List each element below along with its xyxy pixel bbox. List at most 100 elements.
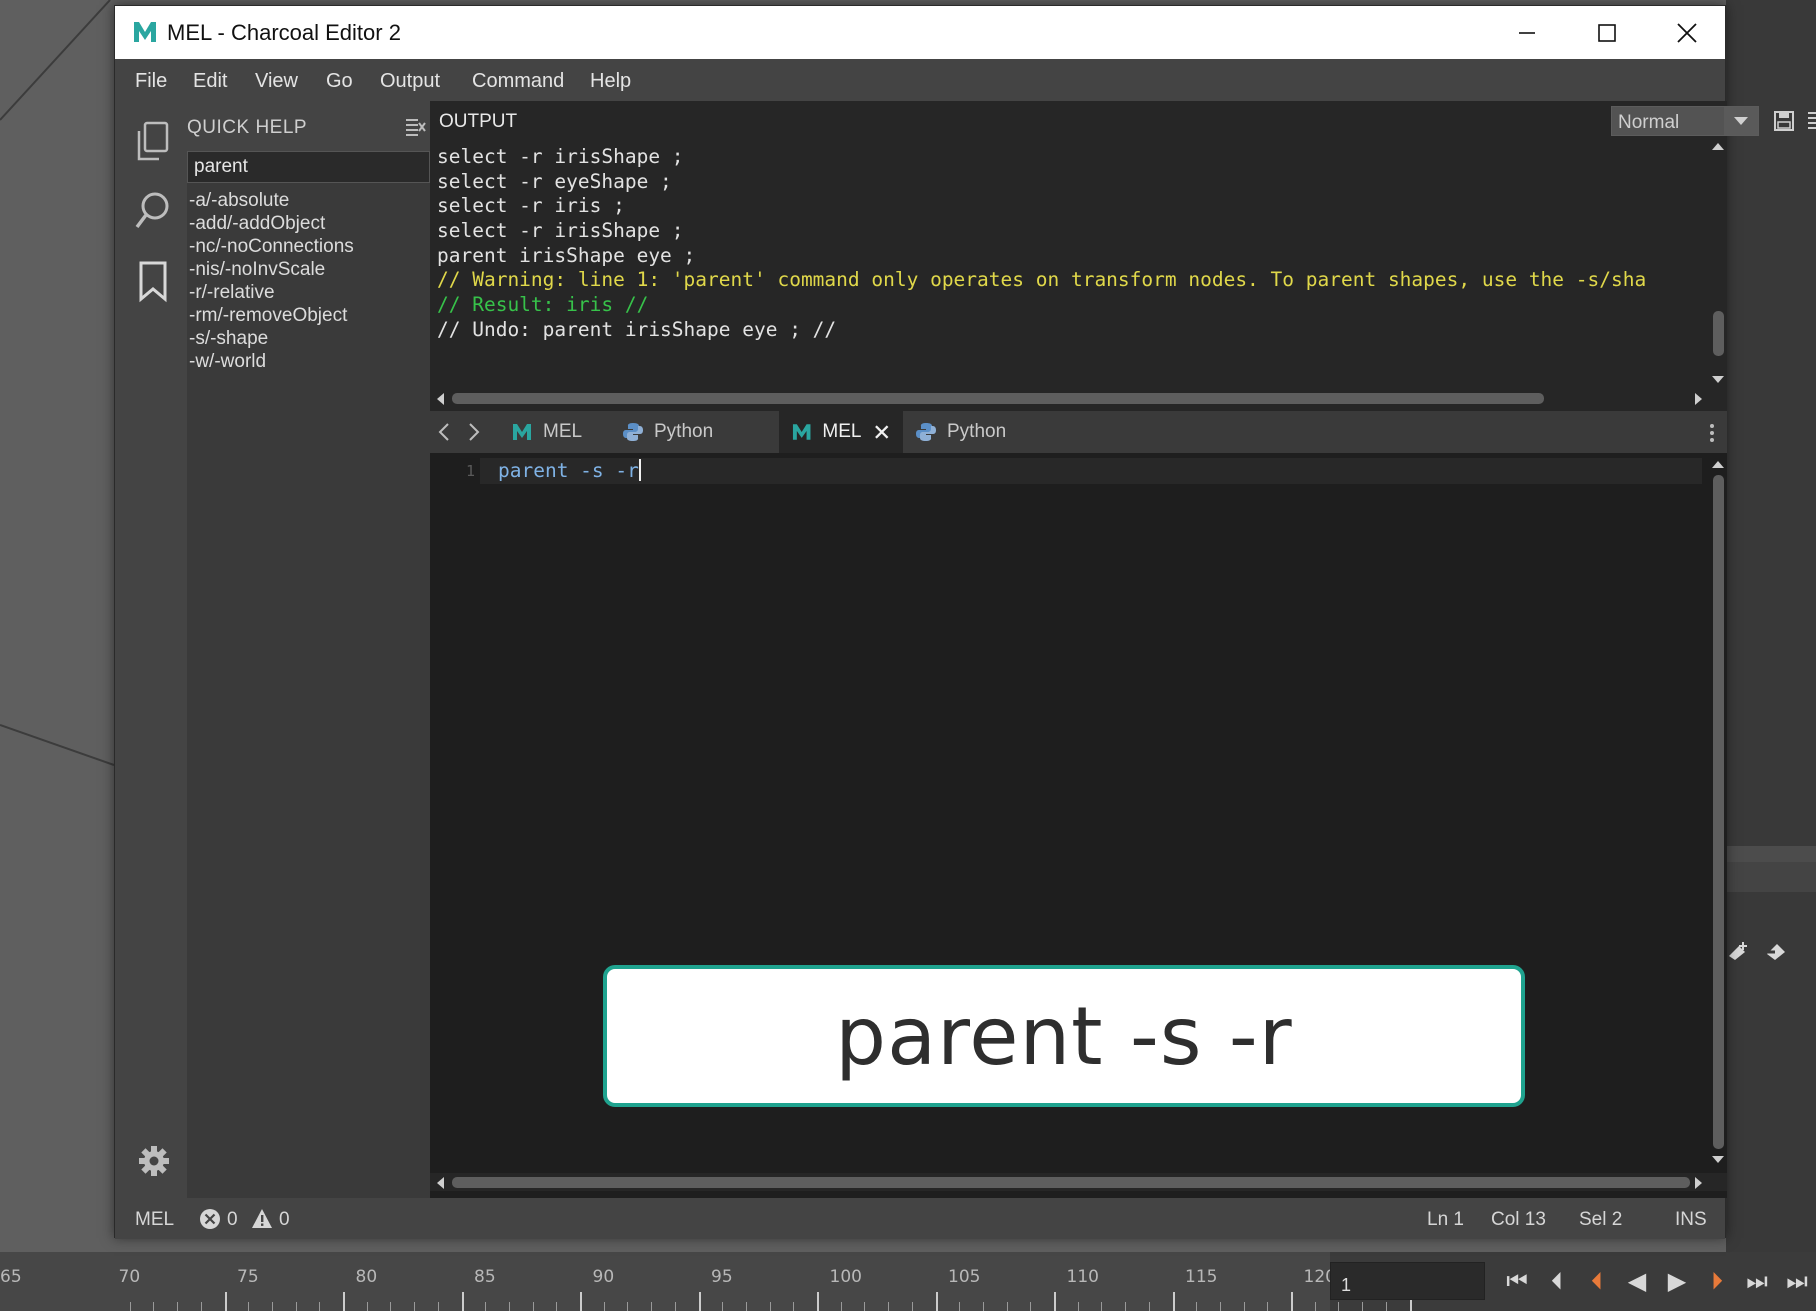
timeline-major-tick [224, 1292, 227, 1311]
current-frame-field[interactable]: 1 [1330, 1262, 1485, 1300]
quick-help-search-input[interactable] [187, 151, 430, 183]
editor-horizontal-scrollbar[interactable] [430, 1173, 1727, 1191]
more-options-icon[interactable] [1709, 423, 1715, 443]
search-icon[interactable] [133, 189, 173, 233]
tab-mel[interactable]: MEL [499, 411, 594, 453]
scroll-right-icon[interactable] [1694, 393, 1704, 405]
text-caret [638, 459, 641, 481]
scroll-down-icon[interactable] [1712, 1155, 1724, 1165]
flag-item[interactable]: -r/-relative [189, 281, 354, 304]
insert-mode-indicator[interactable]: INS [1675, 1209, 1707, 1231]
time-slider[interactable]: 65 70 75 80 85 90 95 100 105 110 115 120 1 ⏮ ⏴ ⏴ ◀ … [0, 1252, 1816, 1311]
menu-help[interactable]: Help [590, 70, 631, 93]
menu-edit[interactable]: Edit [193, 70, 227, 93]
scroll-right-icon[interactable] [1694, 1177, 1704, 1189]
timeline-minor-tick [508, 1302, 510, 1311]
maximize-button[interactable] [1567, 6, 1647, 59]
go-to-end-icon[interactable]: ⏭ [1780, 1266, 1814, 1296]
close-icon [1677, 22, 1697, 43]
mel-icon [513, 424, 531, 440]
timeline-minor-tick [1385, 1302, 1387, 1311]
save-icon[interactable] [1773, 110, 1795, 132]
collapse-panel-icon[interactable] [404, 117, 426, 137]
language-indicator[interactable]: MEL [135, 1209, 174, 1231]
timeline-minor-tick [959, 1302, 961, 1311]
chevron-down-icon [1724, 107, 1758, 135]
tab-python[interactable]: Python [610, 411, 725, 453]
timeline-tick-label: 80 [355, 1267, 378, 1287]
step-back-frame-icon[interactable]: ⏴ [1580, 1266, 1614, 1296]
flag-item[interactable]: -s/-shape [189, 327, 354, 350]
scroll-down-icon[interactable] [1712, 375, 1724, 385]
copy-icon[interactable] [133, 119, 173, 163]
timeline-minor-tick [1362, 1302, 1364, 1311]
minimize-icon [1519, 31, 1535, 34]
menu-go[interactable]: Go [326, 70, 353, 93]
flag-item[interactable]: -nc/-noConnections [189, 235, 354, 258]
play-backward-icon[interactable]: ◀ [1620, 1266, 1654, 1296]
flag-item[interactable]: -nis/-noInvScale [189, 258, 354, 281]
menu-file[interactable]: File [135, 70, 167, 93]
clear-output-icon[interactable] [1806, 110, 1816, 132]
step-forward-key-icon[interactable]: ⏭ [1740, 1266, 1774, 1296]
menu-view[interactable]: View [255, 70, 298, 93]
close-tab-icon[interactable] [873, 423, 891, 441]
code-line[interactable]: parent -s -r [498, 459, 641, 482]
step-back-key-icon[interactable]: ⏴ [1540, 1266, 1574, 1296]
step-forward-frame-icon[interactable]: ⏵ [1700, 1266, 1734, 1296]
timeline-tick-label: 100 [829, 1267, 862, 1287]
title-bar[interactable]: MEL - Charcoal Editor 2 [115, 6, 1725, 59]
tab-python[interactable]: Python [903, 411, 1018, 453]
scroll-up-icon[interactable] [1712, 459, 1724, 469]
maya-m-icon [134, 22, 156, 42]
bookmark-icon[interactable] [133, 259, 173, 303]
timeline-minor-tick [1338, 1302, 1340, 1311]
flag-item[interactable]: -w/-world [189, 350, 354, 373]
timeline-minor-tick [1314, 1302, 1316, 1311]
timeline-tick-label: 115 [1185, 1267, 1218, 1287]
flag-item[interactable]: -rm/-removeObject [189, 304, 354, 327]
add-shelf-icon[interactable] [1725, 940, 1751, 962]
scroll-left-icon[interactable] [435, 1177, 445, 1189]
quick-help-flag-list: -a/-absolute -add/-addObject -nc/-noConn… [189, 189, 354, 373]
scrollbar-thumb[interactable] [452, 1177, 1690, 1188]
timeline-minor-tick [200, 1302, 202, 1311]
play-forward-icon[interactable]: ▶ [1660, 1266, 1694, 1296]
menu-command[interactable]: Command [472, 70, 564, 93]
timeline-minor-tick [485, 1302, 487, 1311]
scrollbar-thumb[interactable] [1713, 311, 1724, 356]
tab-mel-active[interactable]: MEL [779, 411, 903, 453]
output-vertical-scrollbar[interactable] [1709, 139, 1727, 389]
scroll-up-icon[interactable] [1712, 141, 1724, 151]
minimize-button[interactable] [1487, 6, 1567, 59]
flag-item[interactable]: -add/-addObject [189, 212, 354, 235]
editor-vertical-scrollbar[interactable] [1709, 453, 1727, 1173]
tool-icon-column [115, 101, 187, 1198]
output-line: select -r iris ; [437, 194, 625, 218]
timeline-minor-tick [888, 1302, 890, 1311]
background-side-panel [1726, 0, 1816, 1311]
caption-text: parent -s -r [835, 989, 1293, 1083]
output-pane: OUTPUT Normal select -r irisShape ; sele… [430, 101, 1816, 411]
scrollbar-thumb[interactable] [1713, 475, 1724, 1149]
gear-icon[interactable] [137, 1144, 171, 1178]
output-mode-value: Normal [1618, 112, 1680, 133]
chevron-right-icon[interactable] [462, 421, 484, 443]
close-button[interactable] [1647, 6, 1727, 59]
output-mode-dropdown[interactable]: Normal [1611, 106, 1759, 136]
timeline-tick-label: 75 [237, 1267, 259, 1287]
remove-shelf-icon[interactable] [1763, 940, 1789, 962]
go-to-start-icon[interactable]: ⏮ [1500, 1266, 1534, 1296]
menu-output[interactable]: Output [380, 70, 440, 93]
tab-label: Python [654, 421, 714, 442]
flag-item[interactable]: -a/-absolute [189, 189, 354, 212]
timeline-minor-tick [627, 1302, 629, 1311]
scrollbar-thumb[interactable] [452, 393, 1544, 404]
timeline-tick-label: 95 [711, 1267, 733, 1287]
timeline-ruler[interactable]: 65 70 75 80 85 90 95 100 105 110 115 120 [0, 1252, 1412, 1311]
tab-label: MEL [822, 421, 862, 442]
scroll-left-icon[interactable] [435, 393, 445, 405]
timeline-major-tick [580, 1292, 582, 1311]
output-horizontal-scrollbar[interactable] [430, 389, 1727, 407]
chevron-left-icon[interactable] [434, 421, 456, 443]
